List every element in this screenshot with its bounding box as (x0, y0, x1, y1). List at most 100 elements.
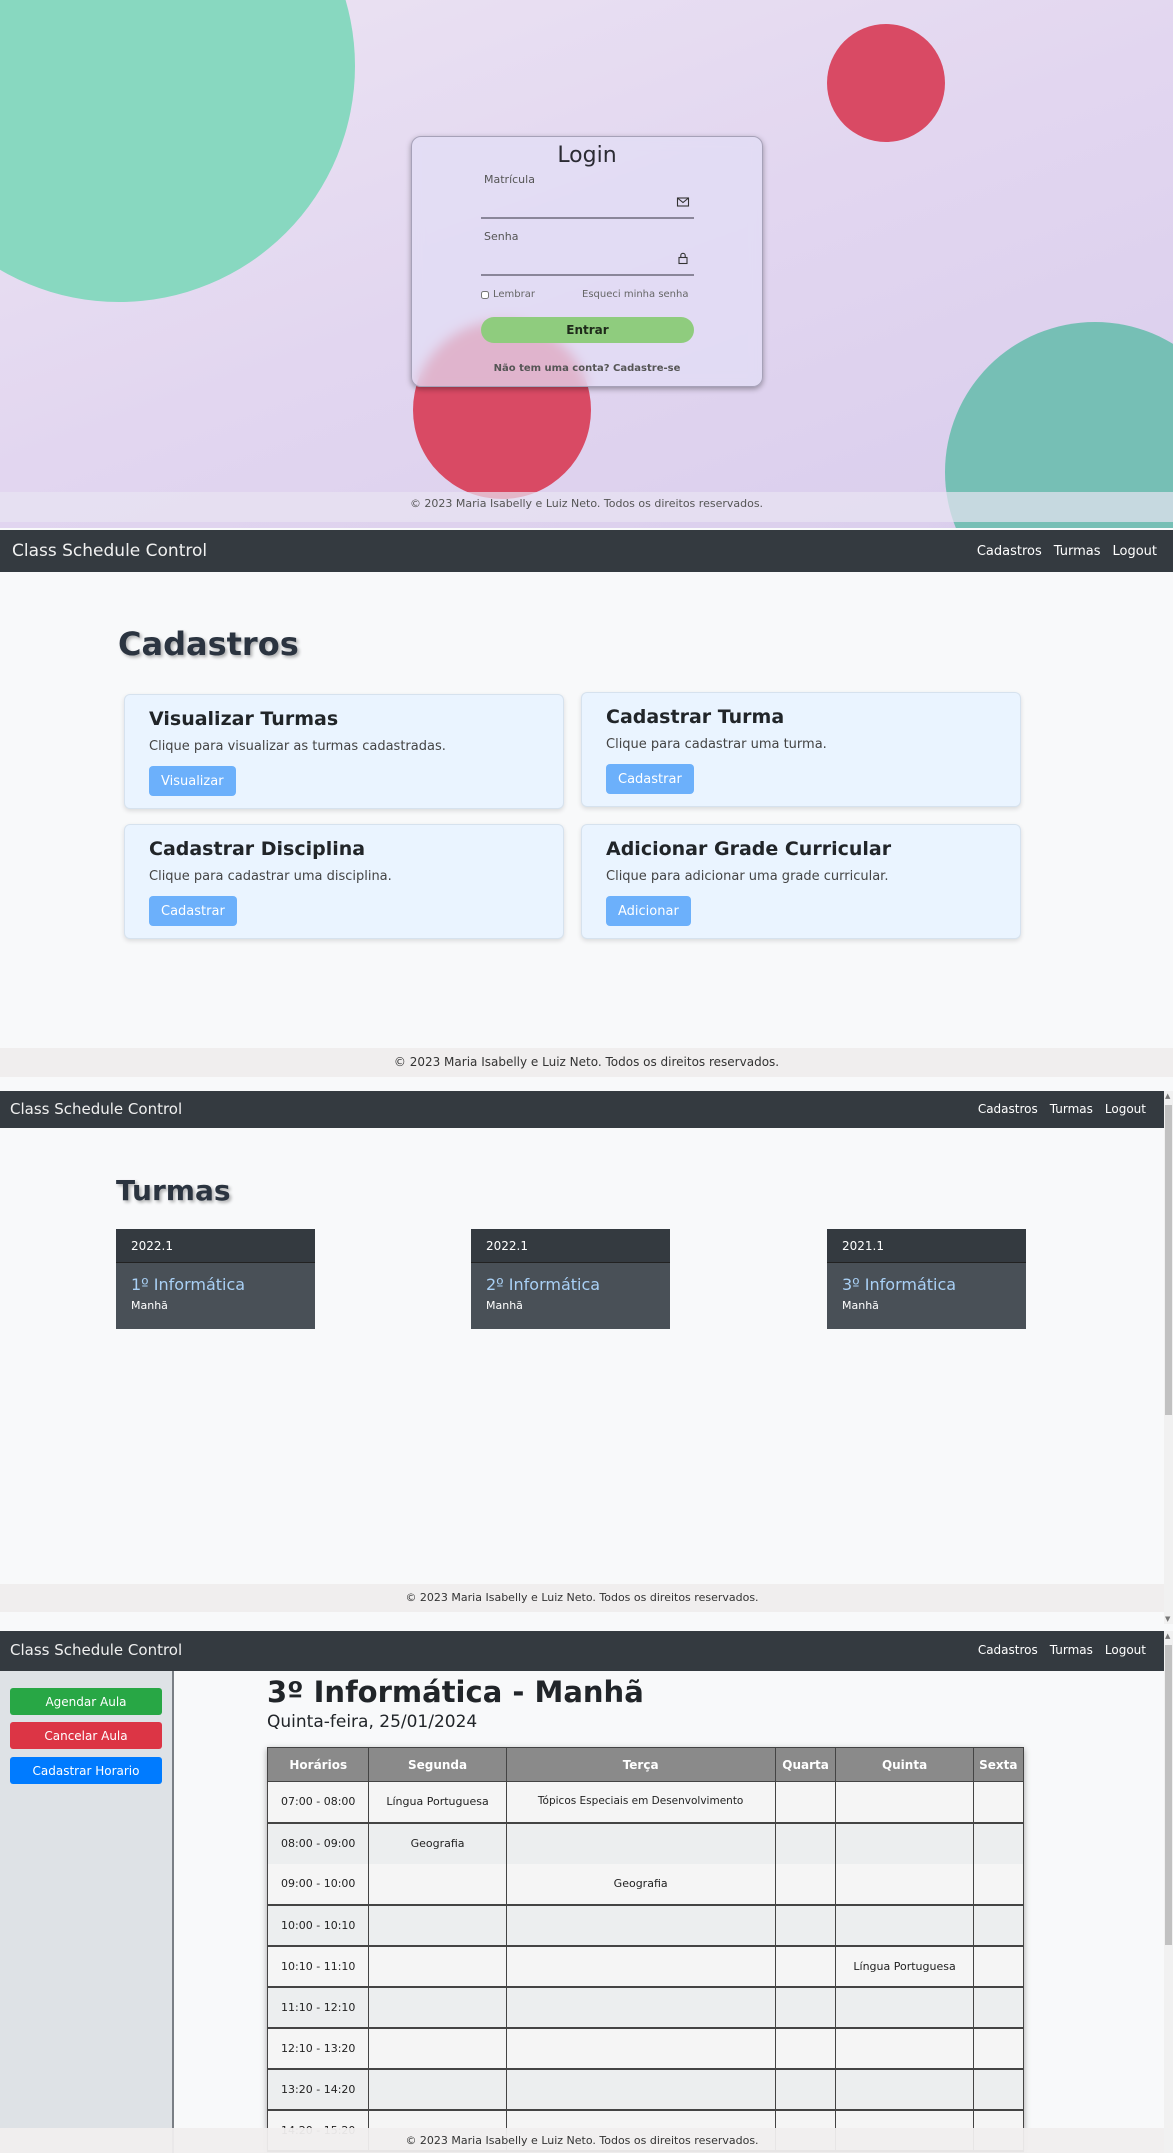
remember-label: Lembrar (493, 289, 535, 300)
scroll-down-icon[interactable]: ▼ (1165, 1615, 1170, 1623)
schedule-cell[interactable]: Língua Portuguesa (368, 1781, 507, 1824)
nav-cadastros[interactable]: Cadastros (978, 1102, 1038, 1116)
scroll-up-icon[interactable]: ▲ (1165, 1092, 1170, 1100)
nav-logout[interactable]: Logout (1105, 1643, 1146, 1657)
schedule-cell[interactable] (368, 2068, 507, 2111)
schedule-cell[interactable] (774, 2068, 837, 2111)
schedule-cell[interactable] (972, 1904, 1025, 1947)
matricula-input[interactable] (482, 193, 672, 211)
turma-name: 3º Informática (842, 1275, 957, 1294)
schedule-cell[interactable] (835, 2068, 974, 2111)
senha-input[interactable] (482, 250, 672, 268)
schedule-cell[interactable] (972, 2027, 1025, 2070)
schedule-cell[interactable] (368, 2027, 507, 2070)
schedule-cell[interactable] (505, 2027, 776, 2070)
schedule-cell[interactable] (972, 1822, 1025, 1864)
schedule-cell[interactable] (835, 1822, 974, 1864)
turma-card[interactable]: 2021.1 3º Informática Manhã (827, 1229, 1026, 1329)
schedule-cell[interactable] (972, 1863, 1025, 1906)
signup-link[interactable]: Não tem uma conta? Cadastre-se (412, 363, 762, 374)
cadastrar-disciplina-button[interactable]: Cadastrar (149, 896, 237, 926)
brand-link[interactable]: Class Schedule Control (10, 1641, 182, 1659)
remember-checkbox[interactable]: Lembrar (481, 289, 535, 300)
current-date: Quinta-feira, 25/01/2024 (267, 1712, 478, 1732)
brand-link[interactable]: Class Schedule Control (10, 1100, 182, 1118)
card-adicionar-grade: Adicionar Grade Curricular Clique para a… (581, 824, 1021, 939)
card-cadastrar-disciplina: Cadastrar Disciplina Clique para cadastr… (124, 824, 564, 939)
nav-cadastros[interactable]: Cadastros (977, 544, 1042, 559)
schedule-cell[interactable] (368, 1863, 507, 1906)
turma-name: 2º Informática (486, 1275, 601, 1294)
cadastrar-horario-button[interactable]: Cadastrar Horario (10, 1757, 162, 1784)
schedule-cell[interactable] (505, 1822, 776, 1864)
schedule-cell[interactable]: Tópicos Especiais em Desenvolvimento (505, 1781, 776, 1824)
nav-turmas[interactable]: Turmas (1050, 1102, 1093, 1116)
schedule-cell[interactable] (972, 1781, 1025, 1824)
schedule-cell[interactable]: Língua Portuguesa (835, 1945, 974, 1988)
nav-cadastros[interactable]: Cadastros (978, 1643, 1038, 1657)
schedule-cell[interactable] (972, 1945, 1025, 1988)
schedule-cell[interactable] (774, 1863, 837, 1906)
cadastrar-turma-button[interactable]: Cadastrar (606, 764, 694, 794)
nav-logout[interactable]: Logout (1105, 1102, 1146, 1116)
scrollbar-thumb[interactable] (1165, 1105, 1172, 1415)
schedule-cell[interactable] (835, 1986, 974, 2029)
nav-logout[interactable]: Logout (1112, 544, 1157, 559)
cancelar-aula-button[interactable]: Cancelar Aula (10, 1722, 162, 1749)
schedule-cell[interactable] (774, 1781, 837, 1824)
schedule-cell[interactable] (774, 1986, 837, 2029)
time-slot-cell: 07:00 - 08:00 (266, 1781, 370, 1824)
sidebar: Agendar Aula Cancelar Aula Cadastrar Hor… (0, 1671, 174, 2153)
schedule-cell[interactable] (368, 1904, 507, 1947)
schedule-cell[interactable] (505, 2068, 776, 2111)
schedule-cell[interactable] (835, 1904, 974, 1947)
forgot-password-link[interactable]: Esqueci minha senha (582, 289, 689, 300)
grade-screen: Class Schedule Control Cadastros Turmas … (0, 1631, 1173, 2153)
vertical-scrollbar[interactable]: ▲ ▼ (1164, 1091, 1173, 1624)
table-row: 09:00 - 10:00 Geografia (266, 1863, 1025, 1906)
schedule-cell[interactable] (835, 2027, 974, 2070)
column-header: Terça (505, 1747, 776, 1782)
schedule-cell[interactable] (972, 1986, 1025, 2029)
visualizar-button[interactable]: Visualizar (149, 766, 236, 796)
schedule-cell[interactable] (505, 1986, 776, 2029)
nav-turmas[interactable]: Turmas (1054, 544, 1101, 559)
vertical-scrollbar[interactable]: ▲ (1164, 1631, 1173, 2153)
schedule-cell[interactable]: Geografia (505, 1863, 776, 1906)
time-slot-cell: 11:10 - 12:10 (266, 1986, 370, 2029)
schedule-cell[interactable] (774, 1904, 837, 1947)
scroll-up-icon[interactable]: ▲ (1165, 1632, 1170, 1640)
card-title: Visualizar Turmas (149, 708, 339, 730)
schedule-cell[interactable] (774, 2027, 837, 2070)
agendar-aula-button[interactable]: Agendar Aula (10, 1688, 162, 1715)
schedule-cell[interactable] (774, 1822, 837, 1864)
turma-card[interactable]: 2022.1 2º Informática Manhã (471, 1229, 670, 1329)
schedule-cell[interactable] (835, 1863, 974, 1906)
envelope-icon (676, 197, 690, 207)
schedule-cell[interactable] (505, 1904, 776, 1947)
adicionar-grade-button[interactable]: Adicionar (606, 896, 691, 926)
remember-checkbox-input[interactable] (481, 290, 489, 299)
turma-card[interactable]: 2022.1 1º Informática Manhã (116, 1229, 315, 1329)
time-slot-cell: 08:00 - 09:00 (266, 1822, 370, 1864)
nav-links: Cadastros Turmas Logout (978, 1102, 1146, 1116)
cadastros-screen: Class Schedule Control Cadastros Turmas … (0, 530, 1173, 1089)
login-submit-button[interactable]: Entrar (481, 317, 694, 343)
schedule-cell[interactable] (368, 1986, 507, 2029)
card-visualizar-turmas: Visualizar Turmas Clique para visualizar… (124, 694, 564, 809)
schedule-cell[interactable] (835, 1781, 974, 1824)
table-row: 11:10 - 12:10 (266, 1986, 1025, 2029)
nav-turmas[interactable]: Turmas (1050, 1643, 1093, 1657)
schedule-cell[interactable] (972, 2068, 1025, 2111)
table-row: 10:10 - 11:10 Língua Portuguesa (266, 1945, 1025, 1988)
decorative-bubble-red (827, 24, 945, 142)
time-slot-cell: 12:10 - 13:20 (266, 2027, 370, 2070)
schedule-table: Horários Segunda Terça Quarta Quinta Sex… (266, 1747, 1025, 2152)
schedule-cell[interactable] (505, 1945, 776, 1988)
schedule-cell[interactable]: Geografia (368, 1822, 507, 1864)
schedule-cell[interactable] (368, 1945, 507, 1988)
brand-link[interactable]: Class Schedule Control (12, 541, 207, 561)
table-header-row: Horários Segunda Terça Quarta Quinta Sex… (266, 1747, 1025, 1782)
scrollbar-thumb[interactable] (1165, 1645, 1172, 1945)
schedule-cell[interactable] (774, 1945, 837, 1988)
